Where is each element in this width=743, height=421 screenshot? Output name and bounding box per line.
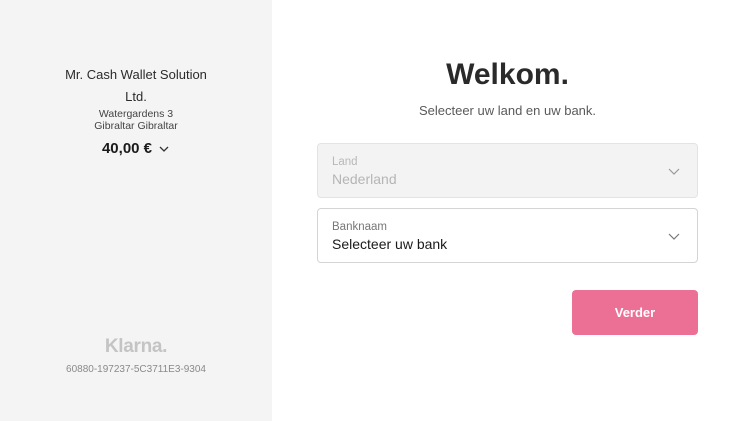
continue-button[interactable]: Verder [572,290,698,335]
merchant-info: Mr. Cash Wallet Solution Ltd. Watergarde… [0,64,272,157]
chevron-down-icon [668,233,680,240]
merchant-address-line1: Watergardens 3 [98,108,174,120]
merchant-name: Mr. Cash Wallet Solution Ltd. [65,67,207,104]
order-amount: 40,00 € [101,140,153,157]
page-title: Welkom. [446,58,569,91]
country-select[interactable]: Land Nederland [317,143,698,198]
brand-footer: Klarna. 60880-197237-5C3711E3-9304 [0,336,272,375]
main-panel: Welkom. Selecteer uw land en uw bank. La… [272,0,743,421]
klarna-logo: Klarna. [104,336,168,357]
bank-value: Selecteer uw bank [332,236,448,252]
page-subtitle: Selecteer uw land en uw bank. [418,103,597,118]
amount-toggle[interactable]: 40,00 € [0,140,272,157]
bank-label: Banknaam [332,221,387,233]
chevron-down-icon [159,146,169,152]
country-label: Land [332,156,358,168]
bank-select[interactable]: Banknaam Selecteer uw bank [317,208,698,263]
order-summary-sidebar: Mr. Cash Wallet Solution Ltd. Watergarde… [0,0,272,421]
country-value: Nederland [332,171,397,187]
transaction-reference: 60880-197237-5C3711E3-9304 [66,364,206,375]
chevron-down-icon [668,168,680,175]
merchant-address-line2: Gibraltar Gibraltar [94,120,178,132]
